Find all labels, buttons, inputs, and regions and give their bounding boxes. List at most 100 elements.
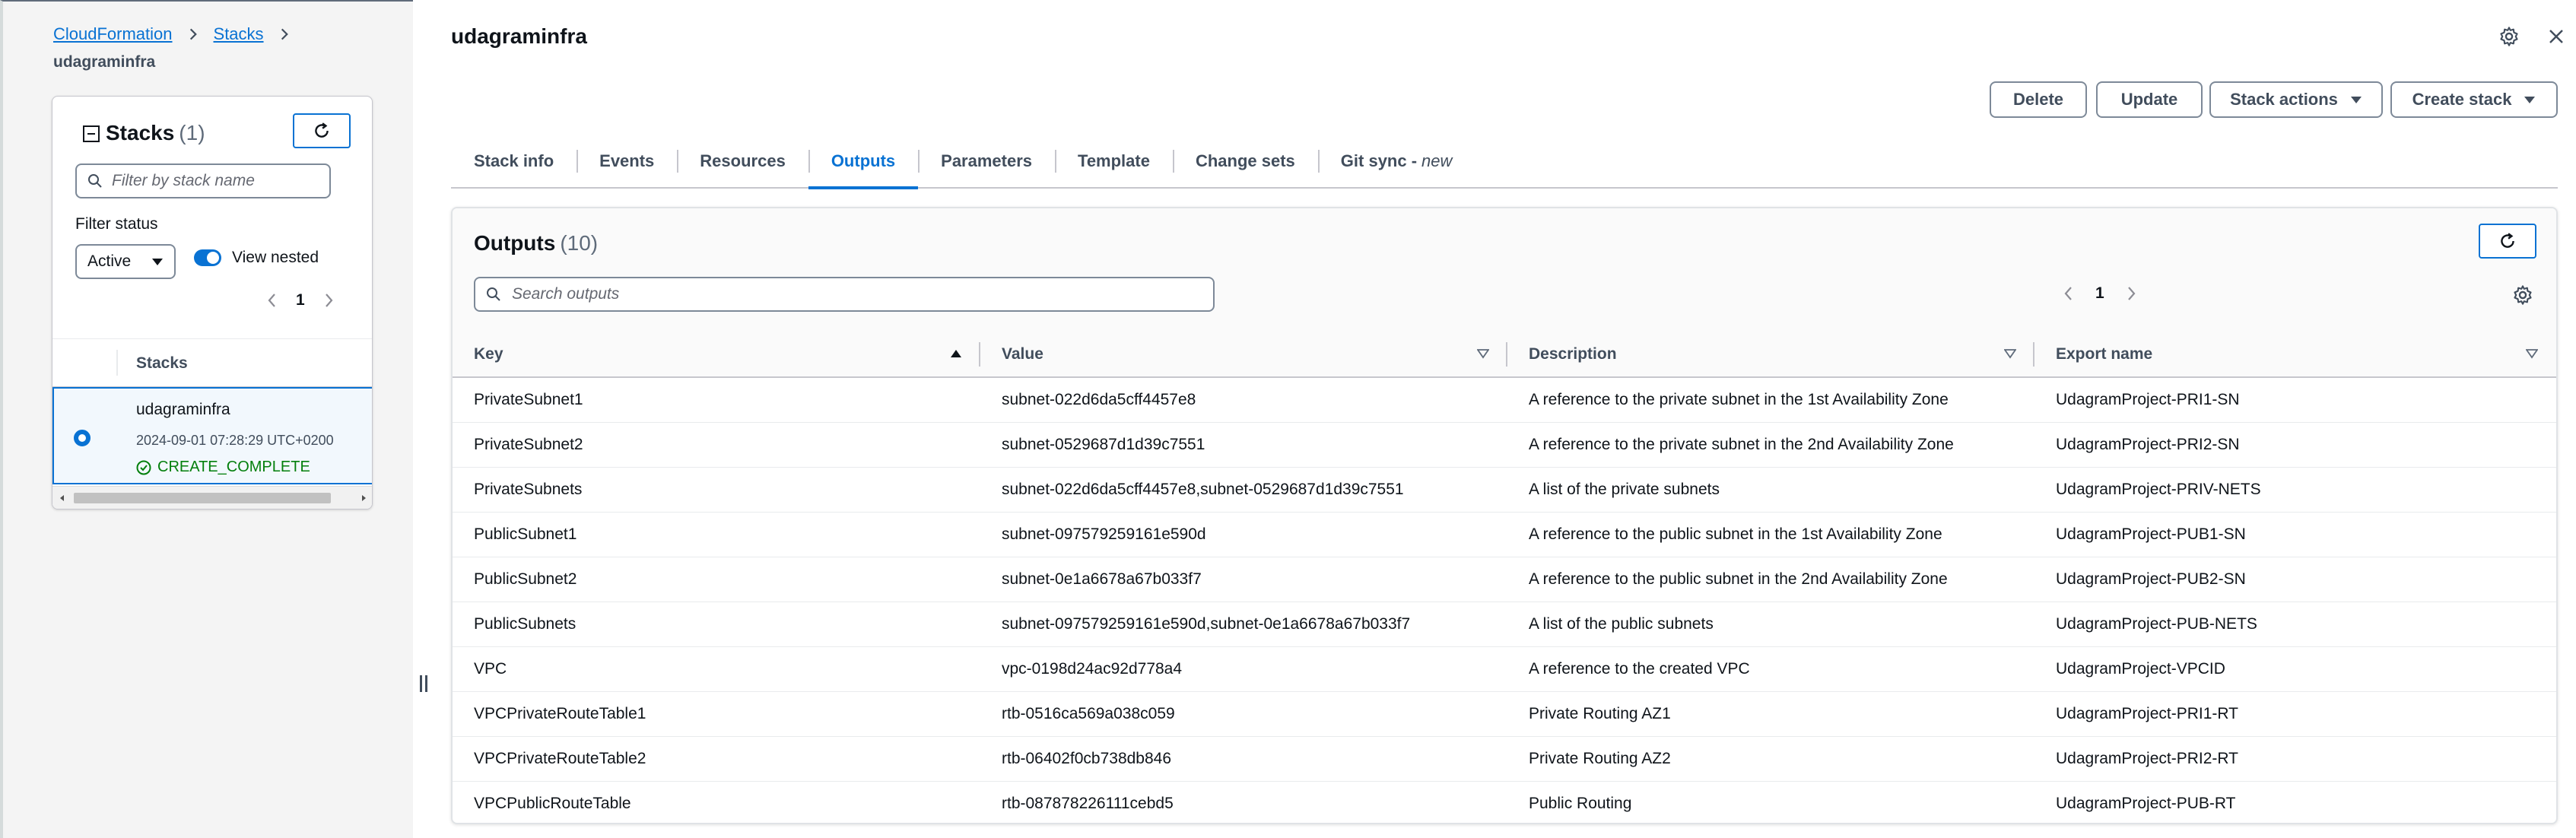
search-icon	[88, 174, 102, 188]
tab-git-sync[interactable]: Git sync - new	[1317, 135, 1475, 188]
output-value: rtb-087878226111cebd5	[1002, 794, 1174, 812]
settings-icon[interactable]	[2512, 284, 2533, 306]
tab-change-sets[interactable]: Change sets	[1172, 135, 1318, 188]
output-key: PublicSubnet2	[453, 557, 980, 602]
scroll-right-icon[interactable]	[358, 493, 369, 503]
output-key: VPCPrivateRouteTable2	[453, 736, 980, 782]
outputs-pagination: 1	[2062, 284, 2138, 303]
output-export-name: UdagramProject-PRI1-RT	[2034, 691, 2556, 737]
tab-events[interactable]: Events	[577, 135, 677, 188]
outputs-table: Key Value Description Export name Privat…	[453, 332, 2556, 823]
output-value: subnet-097579259161e590d,subnet-0e1a6678…	[980, 602, 1507, 647]
column-label-export-name: Export name	[2056, 344, 2153, 363]
tab-outputs[interactable]: Outputs	[808, 135, 919, 189]
stack-radio[interactable]	[74, 430, 91, 446]
page-title: udagraminfra	[451, 24, 587, 48]
column-separator	[116, 350, 118, 376]
output-description: Private Routing AZ2	[1507, 736, 2034, 782]
chevron-left-icon[interactable]	[2062, 285, 2076, 302]
refresh-stacks-button[interactable]	[293, 113, 351, 148]
column-header-export-name[interactable]: Export name	[2034, 332, 2556, 378]
caret-down-icon	[152, 259, 163, 265]
output-description: Public Routing	[1529, 794, 1632, 812]
output-export-name: UdagramProject-PUB1-SN	[2034, 512, 2556, 557]
stacks-card: Stacks (1) Filter by stack name Filter st…	[52, 96, 373, 509]
output-export-name: UdagramProject-PUB-NETS	[2034, 602, 2556, 647]
stacks-column-label: Stacks	[136, 354, 188, 372]
tab-template[interactable]: Template	[1055, 135, 1173, 188]
sort-descending-icon[interactable]	[2004, 348, 2016, 359]
stacks-page-number[interactable]: 1	[296, 291, 305, 309]
stack-row[interactable]: udagraminfra 2024-09-01 07:28:29 UTC+020…	[52, 387, 372, 484]
breadcrumb-link-cloudformation[interactable]: CloudFormation	[53, 24, 173, 44]
output-key: VPCPrivateRouteTable1	[453, 691, 980, 737]
settings-icon[interactable]	[2498, 26, 2520, 47]
close-icon[interactable]	[2547, 27, 2565, 46]
output-key: PublicSubnet1	[453, 512, 980, 557]
output-description: A reference to the public subnet in the …	[1507, 512, 2034, 557]
stack-filter-placeholder: Filter by stack name	[112, 172, 255, 189]
view-nested-toggle[interactable]: View nested	[194, 249, 319, 267]
stack-actions-button[interactable]: Stack actions	[2209, 81, 2383, 118]
outputs-title-text: Outputs	[474, 231, 556, 255]
update-button[interactable]: Update	[2096, 81, 2203, 118]
output-value: rtb-06402f0cb738db846	[980, 736, 1507, 782]
table-row: PrivateSubnet2 subnet-0529687d1d39c7551 A …	[453, 422, 2556, 468]
sort-ascending-icon[interactable]	[950, 348, 962, 359]
stacks-count: (1)	[179, 121, 205, 144]
tab-stack-info[interactable]: Stack info	[451, 135, 577, 188]
table-row: PublicSubnet1 subnet-097579259161e590d A r…	[453, 512, 2556, 557]
chevron-right-icon	[189, 28, 197, 40]
stack-name-link[interactable]: udagraminfra	[136, 401, 230, 419]
outputs-page-number[interactable]: 1	[2095, 284, 2104, 303]
collapse-icon[interactable]	[83, 125, 100, 142]
breadcrumb-link-stacks[interactable]: Stacks	[214, 24, 264, 44]
chevron-right-icon[interactable]	[322, 292, 335, 309]
chevron-right-icon[interactable]	[2124, 285, 2138, 302]
stack-actions-label: Stack actions	[2230, 90, 2338, 109]
chevron-left-icon[interactable]	[265, 292, 279, 309]
outputs-card: Outputs (10) Search outputs 1 Key Value …	[451, 207, 2558, 824]
column-header-key[interactable]: Key	[453, 332, 980, 378]
search-outputs-placeholder: Search outputs	[512, 285, 620, 303]
table-row: VPC vpc-0198d24ac92d778a4 A reference to t…	[453, 646, 2556, 692]
output-description: A reference to the private subnet in the…	[1507, 377, 2034, 423]
filter-status-label: Filter status	[75, 215, 158, 233]
sort-descending-icon[interactable]	[1477, 348, 1489, 359]
output-value: subnet-0e1a6678a67b033f7	[980, 557, 1507, 602]
output-export-name: UdagramProject-PRI2-SN	[2034, 422, 2556, 468]
toggle-switch[interactable]	[194, 249, 221, 266]
horizontal-scrollbar[interactable]	[52, 486, 372, 509]
output-key: PrivateSubnet1	[453, 377, 980, 423]
delete-button[interactable]: Delete	[1990, 81, 2087, 118]
stack-status-text: CREATE_COMPLETE	[157, 459, 310, 475]
sort-descending-icon[interactable]	[2526, 348, 2538, 359]
navigation-panel: CloudFormation Stacks udagraminfra Stack…	[0, 0, 413, 838]
tab-parameters[interactable]: Parameters	[918, 135, 1055, 188]
stack-tabs: Stack info Events Resources Outputs Para…	[451, 135, 2558, 189]
output-description: A reference to the public subnet in the …	[1507, 557, 2034, 602]
output-key: VPCPublicRouteTable	[474, 794, 631, 812]
tab-resources[interactable]: Resources	[677, 135, 808, 188]
column-label-description: Description	[1529, 344, 1617, 363]
column-label-value: Value	[1002, 344, 1043, 363]
refresh-outputs-button[interactable]	[2479, 224, 2536, 259]
delete-button-label: Delete	[2012, 90, 2064, 109]
status-select[interactable]: Active	[75, 244, 176, 279]
tab-git-sync-label: Git sync -	[1340, 151, 1418, 170]
output-description: A reference to the private subnet in the…	[1507, 422, 2034, 468]
stack-filter-input[interactable]: Filter by stack name	[75, 163, 331, 198]
output-description: A reference to the created VPC	[1507, 646, 2034, 692]
table-row: PrivateSubnet1 subnet-022d6da5cff4457e8 A …	[453, 377, 2556, 423]
column-header-description[interactable]: Description	[1507, 332, 2034, 378]
scrollbar-thumb[interactable]	[74, 493, 331, 503]
breadcrumb-current: udagraminfra	[53, 53, 156, 71]
create-stack-button[interactable]: Create stack	[2390, 81, 2558, 118]
output-key: PublicSubnets	[453, 602, 980, 647]
scroll-left-icon[interactable]	[57, 493, 68, 503]
output-description: A list of the private subnets	[1507, 467, 2034, 513]
column-header-value[interactable]: Value	[980, 332, 1507, 378]
search-outputs-input[interactable]: Search outputs	[474, 277, 1215, 312]
output-export-name: UdagramProject-PRI2-RT	[2034, 736, 2556, 782]
check-circle-icon	[136, 460, 151, 475]
